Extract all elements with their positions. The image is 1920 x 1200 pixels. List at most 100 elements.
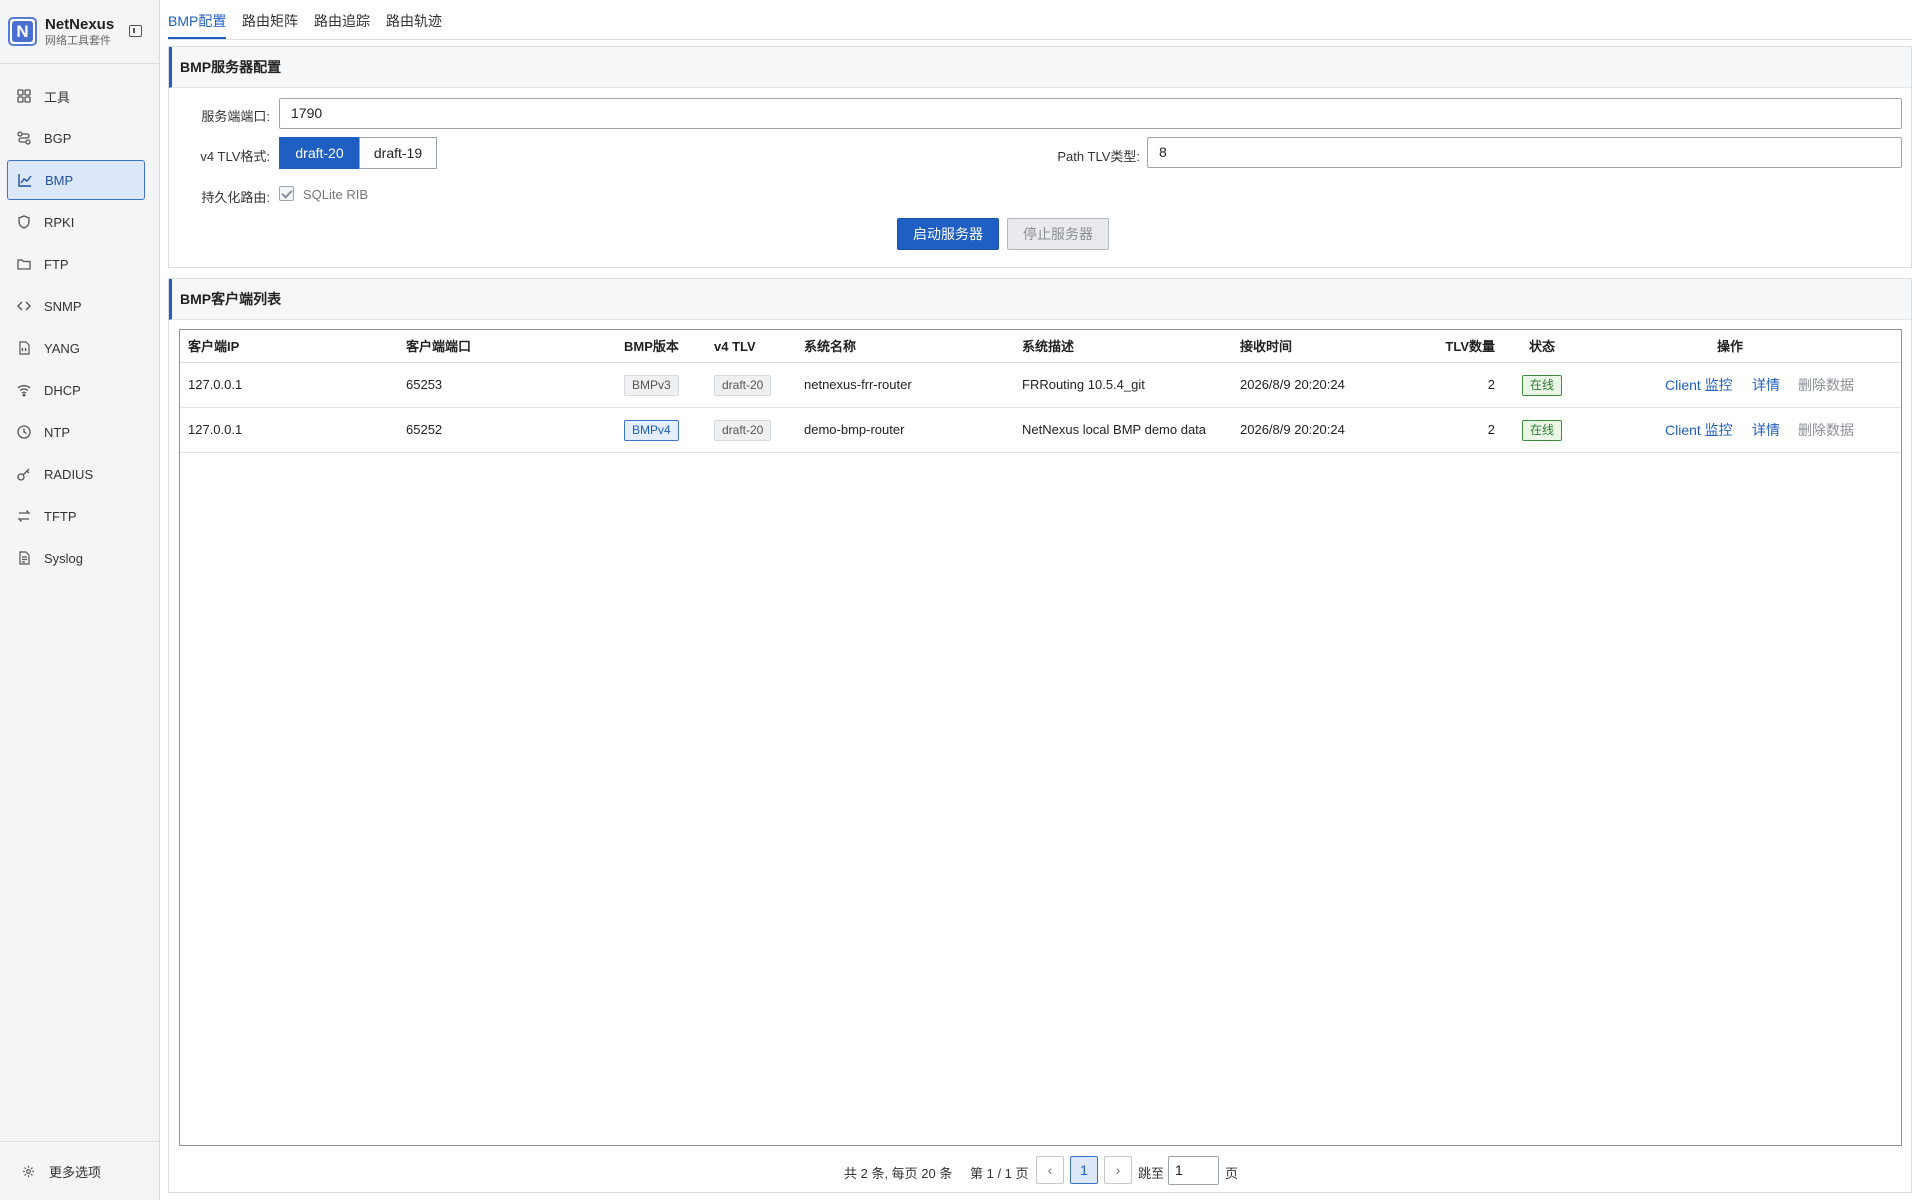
sidebar-item-ftp[interactable]: FTP: [7, 244, 145, 284]
table-row: 127.0.0.1 65253 BMPv3 draft-20 netnexus-…: [180, 363, 1901, 408]
status-badge: 在线: [1521, 420, 1562, 442]
sidebar-item-snmp[interactable]: SNMP: [7, 286, 145, 326]
port-input[interactable]: 1790: [279, 98, 1902, 129]
path-tlv-input[interactable]: 8: [1147, 137, 1902, 168]
sidebar-item-tftp[interactable]: TFTP: [7, 496, 145, 536]
client-monitor-link[interactable]: Client 监控: [1665, 408, 1733, 452]
sidebar-item-yang[interactable]: YANG: [7, 328, 145, 368]
next-page-button[interactable]: ›: [1104, 1156, 1132, 1184]
cell-sys-name: demo-bmp-router: [804, 422, 905, 437]
sidebar-item-label: NTP: [44, 424, 70, 440]
sidebar-item-radius[interactable]: RADIUS: [7, 454, 145, 494]
chart-icon: [18, 173, 32, 187]
detail-link[interactable]: 详情: [1752, 363, 1780, 407]
tlv-format-label: v4 TLV格式:: [200, 149, 270, 164]
sidebar-collapse-icon[interactable]: [129, 25, 142, 37]
prev-page-button[interactable]: ‹: [1036, 1156, 1064, 1184]
page-1-button[interactable]: 1: [1070, 1156, 1098, 1184]
table-row: 127.0.0.1 65252 BMPv4 draft-20 demo-bmp-…: [180, 408, 1901, 453]
sidebar-item-label: YANG: [44, 340, 80, 356]
tab-route-matrix[interactable]: 路由矩阵: [242, 11, 298, 31]
delete-data-link[interactable]: 删除数据: [1798, 363, 1854, 407]
sidebar-item-label: Syslog: [44, 550, 84, 566]
bmp-version-badge: BMPv4: [624, 420, 679, 442]
swap-icon: [17, 509, 31, 523]
persist-label: 持久化路由:: [201, 190, 270, 205]
sidebar-item-label: BGP: [44, 130, 72, 146]
code-icon: [17, 299, 31, 313]
grid-icon: [17, 89, 31, 103]
client-monitor-link[interactable]: Client 监控: [1665, 363, 1733, 407]
col-recv-time: 接收时间: [1240, 339, 1293, 354]
sidebar-item-ntp[interactable]: NTP: [7, 412, 145, 452]
sidebar-item-bgp[interactable]: BGP: [7, 118, 145, 158]
delete-data-link[interactable]: 删除数据: [1798, 408, 1854, 452]
pagination-summary: 共 2 条, 每页 20 条: [844, 1166, 953, 1181]
app-subtitle: 网络工具套件: [45, 34, 111, 47]
cell-tlv-count: 2: [1487, 377, 1495, 392]
sidebar-item-label: RADIUS: [44, 466, 94, 482]
active-tab-indicator: [168, 37, 226, 39]
cell-client-ip: 127.0.0.1: [188, 377, 243, 392]
client-list-title: BMP客户端列表: [169, 279, 1911, 320]
folder-icon: [17, 257, 31, 271]
start-server-button[interactable]: 启动服务器: [897, 218, 999, 250]
col-sys-desc: 系统描述: [1022, 339, 1075, 354]
tlv-badge: draft-20: [714, 420, 772, 442]
detail-link[interactable]: 详情: [1752, 408, 1780, 452]
shield-icon: [17, 215, 31, 229]
tab-route-track[interactable]: 路由轨迹: [386, 11, 442, 31]
sidebar-item-tools[interactable]: 工具: [7, 76, 145, 116]
bmp-version-badge: BMPv3: [624, 375, 679, 397]
document-icon: [17, 551, 31, 565]
route-icon: [17, 131, 31, 145]
col-v4-tlv: v4 TLV: [714, 339, 756, 354]
jump-label: 跳至: [1138, 1166, 1165, 1181]
sidebar-item-bmp[interactable]: BMP: [7, 160, 145, 200]
cell-sys-desc: NetNexus local BMP demo data: [1022, 422, 1207, 437]
pagination: 共 2 条, 每页 20 条 第 1 / 1 页 ‹ 1 › 跳至 1 页: [0, 1156, 1920, 1186]
col-client-port: 客户端端口: [406, 339, 472, 354]
col-client-ip: 客户端IP: [188, 339, 240, 354]
sqlite-rib-label: SQLite RIB: [303, 187, 369, 202]
col-sys-name: 系统名称: [804, 339, 857, 354]
jump-page-input[interactable]: 1: [1168, 1156, 1219, 1185]
cell-recv-time: 2026/8/9 20:20:24: [1240, 422, 1345, 437]
table-header: 客户端IP 客户端端口 BMP版本 v4 TLV 系统名称 系统描述 接收时间 …: [180, 330, 1901, 363]
tlv-badge: draft-20: [714, 375, 772, 397]
sqlite-rib-checkbox[interactable]: [279, 186, 294, 201]
tlv-option-draft-20[interactable]: draft-20: [279, 137, 360, 169]
key-icon: [17, 467, 31, 481]
server-config-title: BMP服务器配置: [169, 47, 1911, 88]
sidebar-item-label: BMP: [45, 172, 74, 188]
sidebar-item-label: RPKI: [44, 214, 75, 230]
tab-bmp-config[interactable]: BMP配置: [168, 11, 226, 31]
page-suffix: 页: [1225, 1166, 1239, 1181]
sidebar-item-label: 工具: [44, 89, 71, 105]
path-tlv-label: Path TLV类型:: [1057, 149, 1140, 164]
sidebar: N NetNexus 网络工具套件 工具 BGP BMP RPKI FTP SN…: [0, 0, 160, 1200]
sidebar-item-label: TFTP: [44, 508, 77, 524]
clock-icon: [17, 425, 31, 439]
sidebar-item-rpki[interactable]: RPKI: [7, 202, 145, 242]
col-status: 状态: [1528, 339, 1555, 354]
tlv-option-draft-19[interactable]: draft-19: [359, 137, 437, 169]
cell-client-port: 65252: [406, 422, 443, 437]
cell-sys-name: netnexus-frr-router: [804, 377, 912, 392]
pagination-page-info: 第 1 / 1 页: [970, 1166, 1029, 1181]
sidebar-item-syslog[interactable]: Syslog: [7, 538, 145, 578]
stop-server-button[interactable]: 停止服务器: [1007, 218, 1109, 250]
sidebar-item-label: SNMP: [44, 298, 82, 314]
cell-tlv-count: 2: [1487, 422, 1495, 437]
wifi-icon: [17, 383, 31, 397]
app-name: NetNexus: [45, 15, 115, 33]
cell-client-port: 65253: [406, 377, 443, 392]
file-code-icon: [17, 341, 31, 355]
cell-client-ip: 127.0.0.1: [188, 422, 243, 437]
client-table: 客户端IP 客户端端口 BMP版本 v4 TLV 系统名称 系统描述 接收时间 …: [179, 329, 1902, 1146]
status-badge: 在线: [1521, 375, 1562, 397]
tab-route-trace[interactable]: 路由追踪: [314, 11, 370, 31]
col-actions: 操作: [1716, 339, 1743, 354]
sidebar-item-dhcp[interactable]: DHCP: [7, 370, 145, 410]
app-logo: N: [8, 17, 37, 46]
